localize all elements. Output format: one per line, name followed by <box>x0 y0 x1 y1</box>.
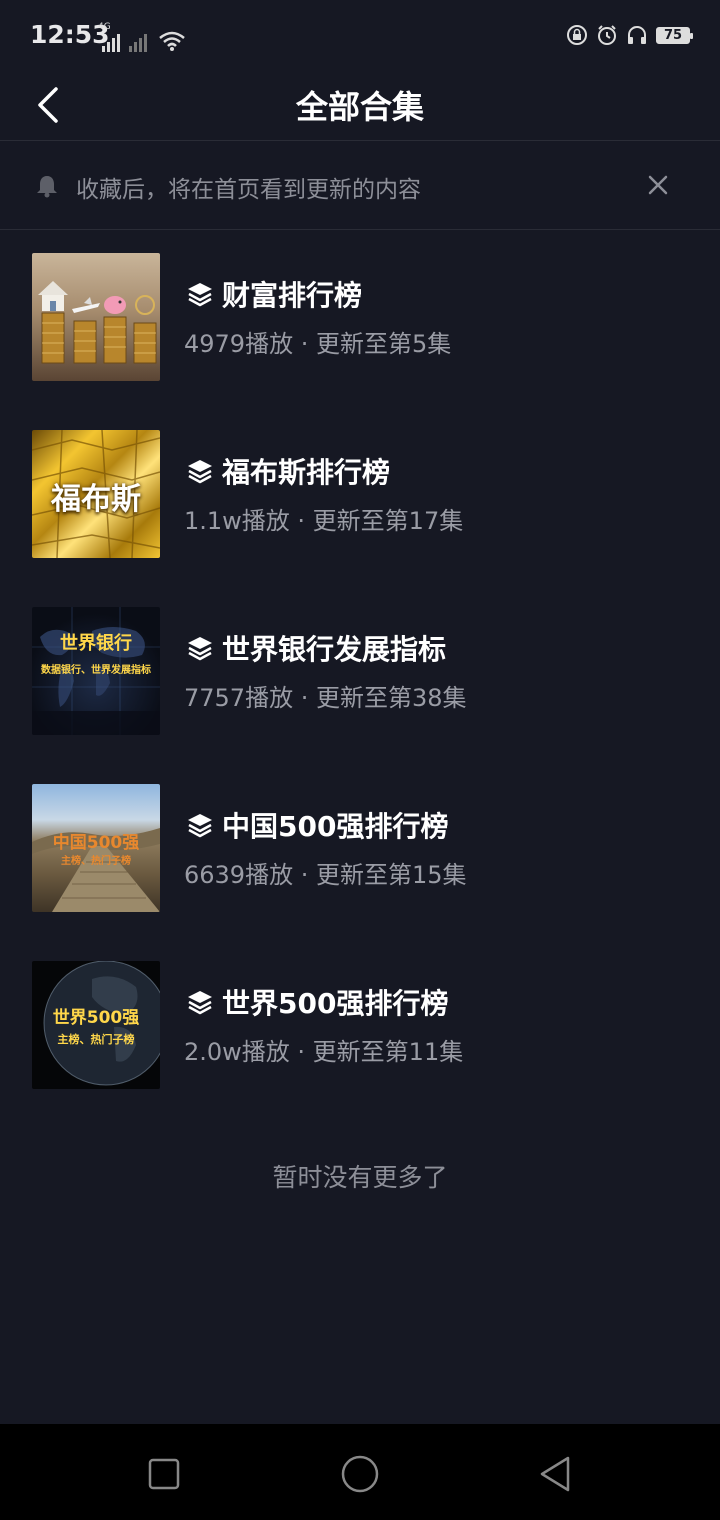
close-icon[interactable] <box>644 171 672 199</box>
bell-icon <box>37 176 57 198</box>
collection-list: 财富排行榜 4979播放 · 更新至第5集 福布斯 福布斯排行榜 1.1w播放 … <box>0 230 720 1115</box>
recent-apps-button[interactable] <box>144 1454 184 1494</box>
lock-rotation-icon <box>566 24 588 46</box>
thumbnail-label: 福布斯 <box>51 482 141 517</box>
collection-title: 福布斯排行榜 <box>222 456 391 489</box>
layers-icon <box>188 991 212 1015</box>
end-of-list-text: 暂时没有更多了 <box>272 1163 448 1192</box>
collection-title-row: 财富排行榜 <box>186 274 362 314</box>
network-type: 4G <box>98 22 111 32</box>
system-nav-bar <box>0 1424 720 1520</box>
thumbnail-sublabel: 数据银行、世界发展指标 <box>41 665 151 676</box>
collection-meta: 1.1w播放 · 更新至第17集 <box>184 507 464 535</box>
thumbnail-label: 世界银行 <box>60 633 132 654</box>
collection-title-row: 中国500强排行榜 <box>186 805 448 845</box>
layers-icon <box>188 637 212 661</box>
wifi-icon <box>159 31 185 51</box>
status-icons: 75 <box>566 24 693 46</box>
collection-title: 财富排行榜 <box>222 279 363 312</box>
thumbnail-gold: 福布斯 <box>32 430 160 558</box>
signal-indicator: 4G <box>98 22 186 52</box>
collection-meta: 4979播放 · 更新至第5集 <box>184 330 452 358</box>
alarm-icon <box>596 24 618 46</box>
collection-meta: 7757播放 · 更新至第38集 <box>184 684 467 712</box>
collection-meta: 6639播放 · 更新至第15集 <box>184 861 467 889</box>
signal-bars-icon <box>102 34 120 52</box>
status-bar: 12:53 4G 75 <box>0 0 720 70</box>
collection-title: 中国500强排行榜 <box>222 810 449 843</box>
collection-item-forbes[interactable]: 福布斯 福布斯排行榜 1.1w播放 · 更新至第17集 <box>0 407 720 584</box>
headphones-icon <box>626 24 648 46</box>
collection-title-row: 世界银行发展指标 <box>186 628 446 668</box>
collection-title-row: 世界500强排行榜 <box>186 982 448 1022</box>
thumbnail-great-wall: 中国500强 主榜、热门子榜 <box>32 784 160 912</box>
collection-title-row: 福布斯排行榜 <box>186 451 390 491</box>
layers-icon <box>188 283 212 307</box>
collection-meta: 2.0w播放 · 更新至第11集 <box>184 1038 464 1066</box>
thumbnail-label: 中国500强 <box>52 833 140 853</box>
layers-icon <box>188 814 212 838</box>
home-button[interactable] <box>340 1454 380 1494</box>
signal-bars-2-icon <box>129 34 147 52</box>
collection-item-world-bank[interactable]: 世界银行 数据银行、世界发展指标 世界银行发展指标 7757播放 · 更新至第3… <box>0 584 720 761</box>
notice-bar: 收藏后，将在首页看到更新的内容 <box>0 141 720 230</box>
collection-title: 世界500强排行榜 <box>222 987 449 1020</box>
back-nav-button[interactable] <box>536 1454 576 1494</box>
page-title: 全部合集 <box>295 88 424 126</box>
collection-item-world-500[interactable]: 世界500强 主榜、热门子榜 世界500强排行榜 2.0w播放 · 更新至第11… <box>0 938 720 1115</box>
collection-title: 世界银行发展指标 <box>222 633 447 666</box>
header: 全部合集 <box>0 70 720 141</box>
thumbnail-sublabel: 主榜、热门子榜 <box>57 1033 135 1046</box>
collection-item-china-500[interactable]: 中国500强 主榜、热门子榜 中国500强排行榜 6639播放 · 更新至第15… <box>0 761 720 938</box>
thumbnail-coins <box>32 253 160 381</box>
thumbnail-globe: 世界500强 主榜、热门子榜 <box>32 961 160 1089</box>
battery-icon: 75 <box>656 26 693 44</box>
collection-item-wealth[interactable]: 财富排行榜 4979播放 · 更新至第5集 <box>0 230 720 407</box>
coin-stacks-image <box>38 281 157 364</box>
thumbnail-sublabel: 主榜、热门子榜 <box>61 856 131 867</box>
thumbnail-label: 世界500强 <box>52 1008 140 1028</box>
notice-text: 收藏后，将在首页看到更新的内容 <box>76 177 421 203</box>
layers-icon <box>188 460 212 484</box>
thumbnail-world-map: 世界银行 数据银行、世界发展指标 <box>32 607 160 735</box>
